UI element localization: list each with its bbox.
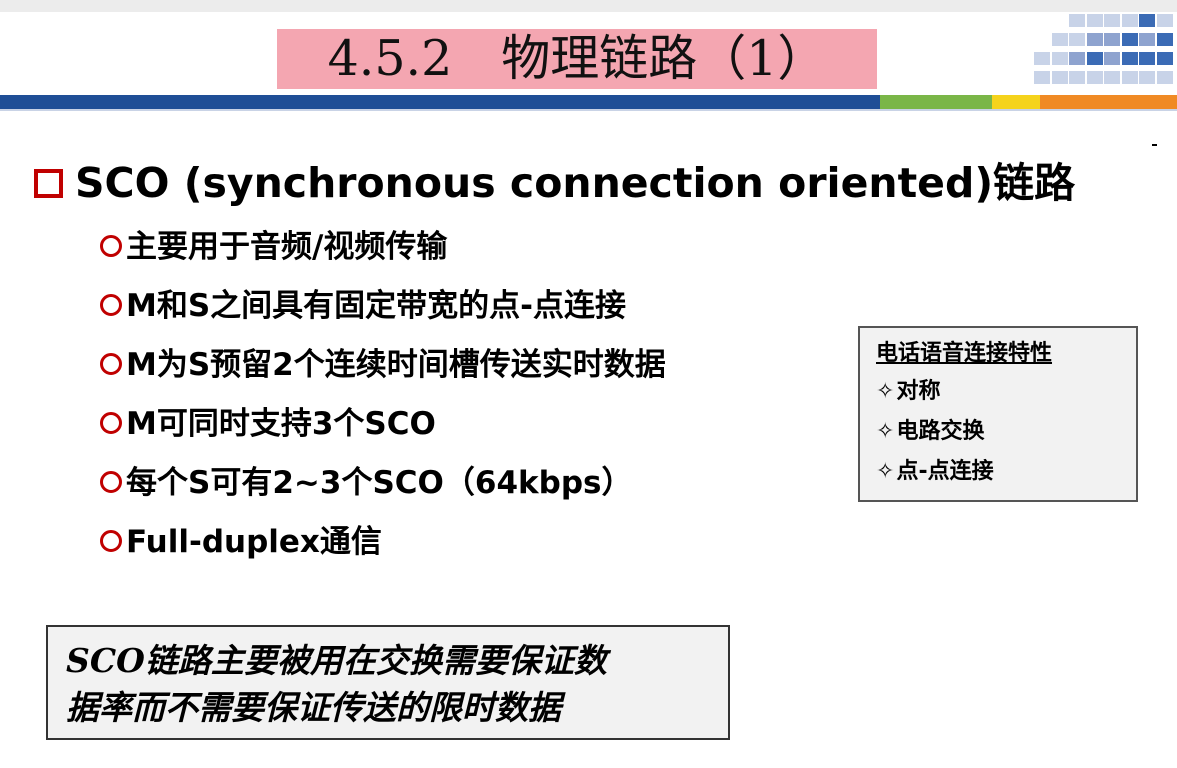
- list-item: 每个S可有2~3个SCO（64kbps）: [100, 454, 666, 513]
- ring-bullet-icon: [100, 470, 122, 493]
- diamond-bullet-icon: ✧: [876, 419, 895, 444]
- note-line: SCO链路主要被用在交换需要保证数: [66, 641, 607, 680]
- bullet-list: 主要用于音频/视频传输 M和S之间具有固定带宽的点-点连接 M为S预留2个连续时…: [100, 218, 666, 572]
- side-box-item: ✧点-点连接: [876, 459, 994, 484]
- ring-bullet-icon: [100, 529, 122, 552]
- heading-text: SCO (synchronous connection oriented)链路: [75, 159, 1076, 207]
- list-item: M可同时支持3个SCO: [100, 395, 666, 454]
- list-item: M和S之间具有固定带宽的点-点连接: [100, 277, 666, 336]
- diamond-bullet-icon: ✧: [876, 379, 895, 404]
- ring-bullet-icon: [100, 352, 122, 375]
- ring-bullet-icon: [100, 411, 122, 434]
- list-item: Full-duplex通信: [100, 513, 666, 572]
- note-line: 据率而不需要保证传送的限时数据: [66, 688, 561, 727]
- slide-title: 4.5.2 物理链路（1）: [327, 30, 827, 87]
- ring-bullet-icon: [100, 293, 122, 316]
- note-box: SCO链路主要被用在交换需要保证数 据率而不需要保证传送的限时数据: [46, 625, 730, 740]
- phone-voice-traits-box: 电话语音连接特性 ✧对称 ✧电路交换 ✧点-点连接: [858, 326, 1138, 502]
- side-box-item: ✧电路交换: [876, 419, 985, 444]
- header-underline: [0, 109, 1177, 111]
- side-box-item: ✧对称: [876, 379, 941, 404]
- diamond-bullet-icon: ✧: [876, 459, 895, 484]
- top-strip: [0, 0, 1177, 12]
- grid-logo-icon: [1034, 12, 1174, 90]
- ring-bullet-icon: [100, 234, 122, 257]
- corner-mark: [1152, 144, 1157, 146]
- list-item: M为S预留2个连续时间槽传送实时数据: [100, 336, 666, 395]
- section-heading: SCO (synchronous connection oriented)链路: [34, 155, 1075, 211]
- square-bullet-icon: [34, 168, 63, 198]
- header-bar: [0, 95, 1177, 109]
- side-box-title: 电话语音连接特性: [876, 341, 1053, 366]
- list-item: 主要用于音频/视频传输: [100, 218, 666, 277]
